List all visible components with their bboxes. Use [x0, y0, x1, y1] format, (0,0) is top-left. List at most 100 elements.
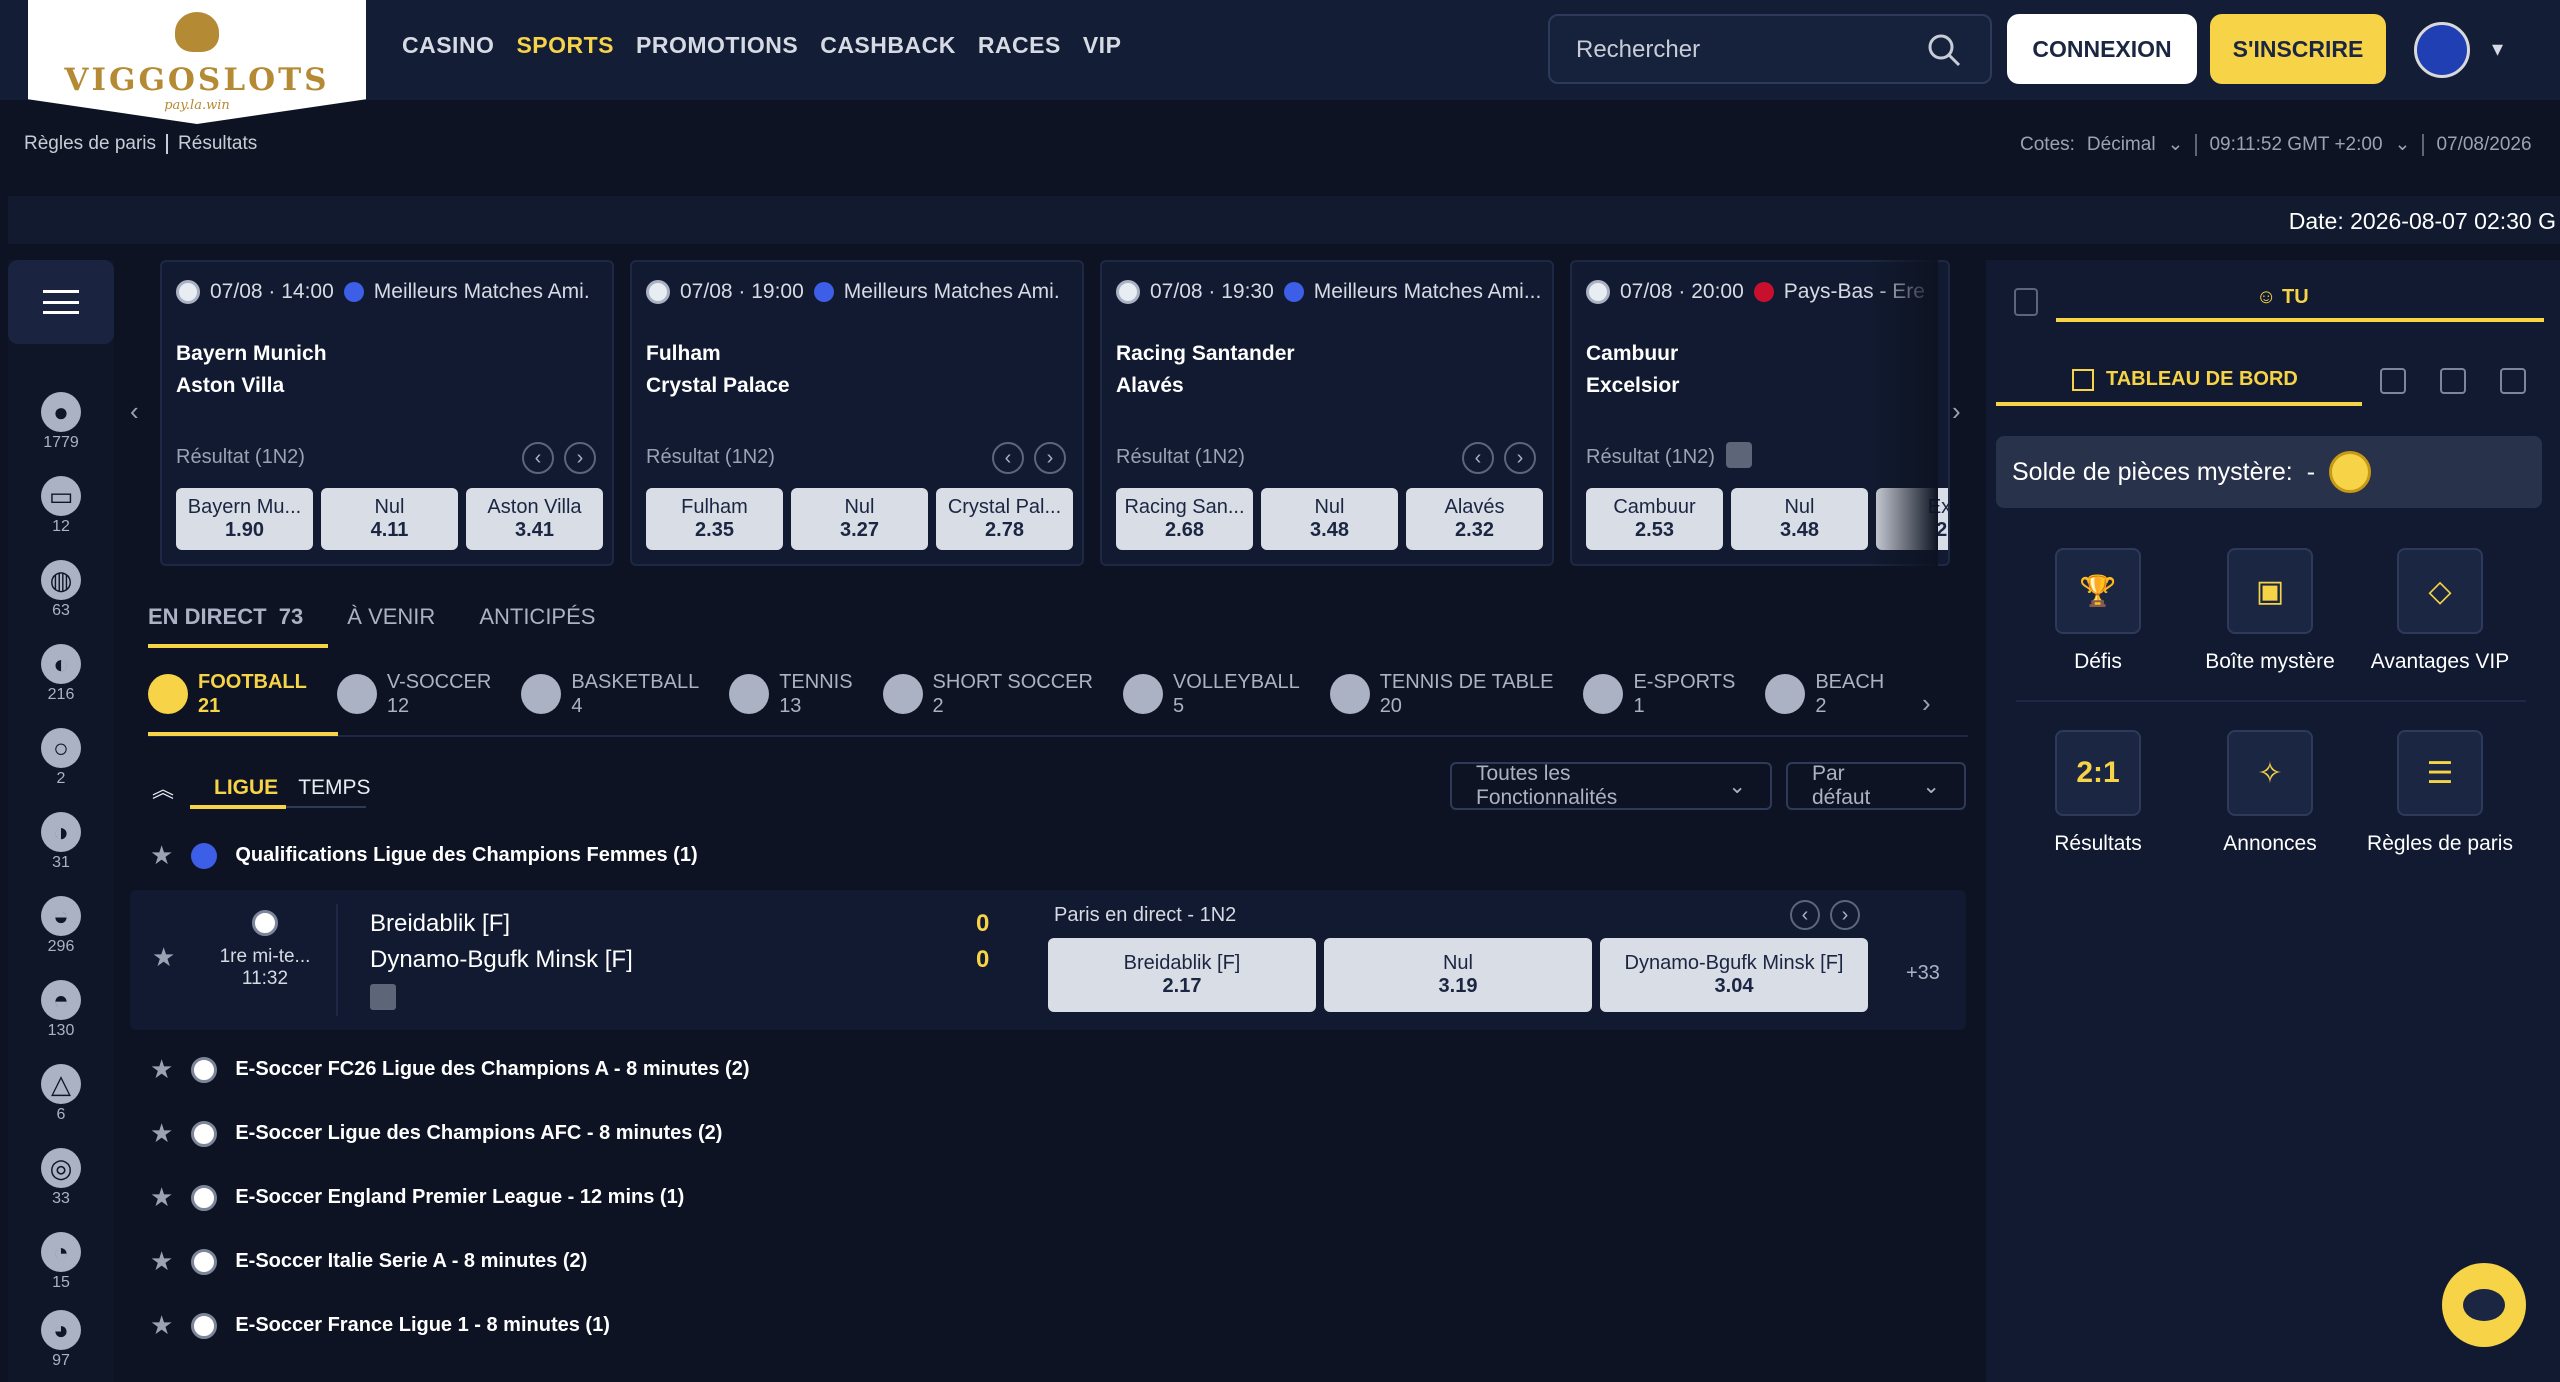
odd-button[interactable]: Alavés 2.32 [1406, 488, 1543, 550]
nav-vip[interactable]: VIP [1083, 32, 1122, 59]
rail-tennis[interactable]: ◐ 216 [8, 644, 114, 704]
star-icon[interactable]: ★ [150, 1054, 173, 1085]
search-icon[interactable] [1926, 32, 1962, 68]
league-row[interactable]: ★ Qualifications Ligue des Champions Femm… [150, 840, 698, 871]
sport-tab-beach[interactable]: BEACH 2 [1765, 670, 1884, 718]
eu-flag-icon[interactable] [2414, 22, 2470, 78]
sports-next-icon[interactable]: › [1922, 688, 1931, 719]
tab-upcoming[interactable]: À VENIR [347, 604, 435, 630]
chevron-right-icon[interactable]: › [564, 442, 596, 474]
tab-you[interactable]: ☺ TU [2256, 286, 2309, 309]
nav-casino[interactable]: CASINO [402, 32, 494, 59]
site-logo[interactable]: VIGGOSLOTS pay.la.win [28, 0, 366, 124]
sport-tab-v-soccer[interactable]: V-SOCCER 12 [336, 670, 491, 718]
sport-tab-volleyball[interactable]: VOLLEYBALL 5 [1122, 670, 1300, 718]
tile-results[interactable]: 2:1 Résultats [2008, 730, 2188, 856]
star-icon[interactable]: ★ [152, 942, 175, 973]
league-row[interactable]: ★ E-Soccer France Ligue 1 - 8 minutes (1) [150, 1310, 610, 1341]
sport-tab-tennis[interactable]: TENNIS 13 [729, 670, 853, 718]
more-markets-link[interactable]: +33 [1906, 962, 1940, 985]
menu-button[interactable] [8, 260, 114, 344]
diamond-icon[interactable] [2500, 368, 2526, 394]
betslip-icon[interactable] [2014, 288, 2038, 316]
trophy-icon[interactable] [2380, 368, 2406, 394]
match-card[interactable]: 07/08 · 19:30 Meilleurs Matches Ami... Ra… [1100, 260, 1554, 566]
sport-tab-basketball[interactable]: BASKETBALL 4 [521, 670, 699, 718]
tile-challenges[interactable]: 🏆 Défis [2008, 548, 2188, 674]
odd-button[interactable]: Nul 3.19 [1324, 938, 1592, 1012]
odd-button[interactable]: Dynamo-Bgufk Minsk [F] 3.04 [1600, 938, 1868, 1012]
rail-baseball[interactable]: ◎ 33 [8, 1148, 114, 1208]
tile-mystery-box[interactable]: ▣ Boîte mystère [2180, 548, 2360, 674]
rail-table-tennis[interactable]: ◒ 296 [8, 896, 114, 956]
rail-badminton[interactable]: △ 6 [8, 1064, 114, 1124]
tab-outrights[interactable]: ANTICIPÉS [479, 604, 595, 630]
sport-tab-football[interactable]: FOOTBALL 21 [148, 670, 307, 718]
league-row[interactable]: ★ E-Soccer England Premier League - 12 mi… [150, 1182, 684, 1213]
search-input[interactable] [1576, 34, 1916, 66]
rail-boxing[interactable]: ◕ 97 [8, 1310, 114, 1370]
stats-icon[interactable] [370, 984, 396, 1010]
star-icon[interactable]: ★ [150, 1310, 173, 1341]
rail-volleyball[interactable]: ◑ 31 [8, 812, 114, 872]
odd-button[interactable]: Breidablik [F] 2.17 [1048, 938, 1316, 1012]
odd-button[interactable]: Cambuur 2.53 [1586, 488, 1723, 550]
collapse-all-icon[interactable]: ︽ [152, 772, 174, 804]
match-card[interactable]: 07/08 · 19:00 Meilleurs Matches Ami. Fulh… [630, 260, 1084, 566]
rail-esports[interactable]: ◓ 130 [8, 980, 114, 1040]
sport-tab-table-tennis[interactable]: TENNIS DE TABLE 20 [1329, 670, 1553, 718]
chevron-right-icon[interactable]: › [1504, 442, 1536, 474]
language-dropdown-arrow-icon[interactable]: ▾ [2492, 36, 2503, 62]
tab-time[interactable]: TEMPS [298, 776, 370, 800]
nav-sports[interactable]: SPORTS [516, 32, 614, 59]
login-button[interactable]: CONNEXION [2007, 14, 2197, 84]
carousel-prev-icon[interactable]: ‹ [130, 396, 139, 427]
odds-format-select[interactable]: Décimal [2087, 134, 2156, 156]
betting-rules-link[interactable]: Règles de paris [24, 133, 156, 155]
odd-button[interactable]: Nul 3.27 [791, 488, 928, 550]
league-row[interactable]: ★ E-Soccer Ligue des Champions AFC - 8 mi… [150, 1118, 722, 1149]
nav-promotions[interactable]: PROMOTIONS [636, 32, 798, 59]
chevron-right-icon[interactable]: › [1034, 442, 1066, 474]
rail-basketball[interactable]: ◍ 63 [8, 560, 114, 620]
features-dropdown[interactable]: Toutes les Fonctionnalités ⌄ [1450, 762, 1772, 810]
nav-cashback[interactable]: CASHBACK [820, 32, 956, 59]
odd-button[interactable]: Aston Villa 3.41 [466, 488, 603, 550]
chevron-left-icon[interactable]: ‹ [1790, 900, 1820, 930]
nav-races[interactable]: RACES [978, 32, 1061, 59]
mystery-box-icon[interactable] [2440, 368, 2466, 394]
rail-v-soccer[interactable]: ▭ 12 [8, 476, 114, 536]
sport-tab-short-soccer[interactable]: SHORT SOCCER 2 [882, 670, 1093, 718]
odd-button[interactable]: Nul 3.48 [1261, 488, 1398, 550]
rail-beach-volley[interactable]: ◔ 15 [8, 1232, 114, 1292]
league-row[interactable]: ★ E-Soccer Italie Serie A - 8 minutes (2) [150, 1246, 587, 1277]
tile-vip[interactable]: ◇ Avantages VIP [2350, 548, 2530, 674]
odd-button[interactable]: Nul 4.11 [321, 488, 458, 550]
tab-league[interactable]: LIGUE [214, 776, 278, 800]
star-icon[interactable]: ★ [150, 1246, 173, 1277]
live-match-row[interactable]: ★ 1re mi-te... 11:32 Breidablik [F] Dyna… [130, 890, 1966, 1030]
live-chat-button[interactable] [2442, 1263, 2526, 1347]
sport-tab-esports[interactable]: E-SPORTS 1 [1583, 670, 1735, 718]
rail-short-soccer[interactable]: ○ 2 [8, 728, 114, 788]
tab-live[interactable]: EN DIRECT 73 [148, 604, 303, 630]
chevron-left-icon[interactable]: ‹ [522, 442, 554, 474]
chevron-left-icon[interactable]: ‹ [1462, 442, 1494, 474]
chevron-left-icon[interactable]: ‹ [992, 442, 1024, 474]
odd-button[interactable]: Fulham 2.35 [646, 488, 783, 550]
clock-display[interactable]: 09:11:52 GMT +2:00 [2209, 134, 2382, 156]
league-row[interactable]: ★ E-Soccer FC26 Ligue des Champions A - 8… [150, 1054, 750, 1085]
odd-button[interactable]: Nul 3.48 [1731, 488, 1868, 550]
odd-button[interactable]: Racing San... 2.68 [1116, 488, 1253, 550]
tab-dashboard[interactable]: TABLEAU DE BORD [2072, 368, 2298, 391]
rail-football[interactable]: ● 1779 [8, 392, 114, 452]
tile-announcements[interactable]: ✧ Annonces [2180, 730, 2360, 856]
odd-button[interactable]: Bayern Mu... 1.90 [176, 488, 313, 550]
carousel-next-icon[interactable]: › [1952, 396, 1961, 427]
star-icon[interactable]: ★ [150, 1118, 173, 1149]
star-icon[interactable]: ★ [150, 840, 173, 871]
star-icon[interactable]: ★ [150, 1182, 173, 1213]
sort-dropdown[interactable]: Par défaut ⌄ [1786, 762, 1966, 810]
odd-button[interactable]: Crystal Pal... 2.78 [936, 488, 1073, 550]
tile-betting-rules[interactable]: ☰ Règles de paris [2350, 730, 2530, 856]
